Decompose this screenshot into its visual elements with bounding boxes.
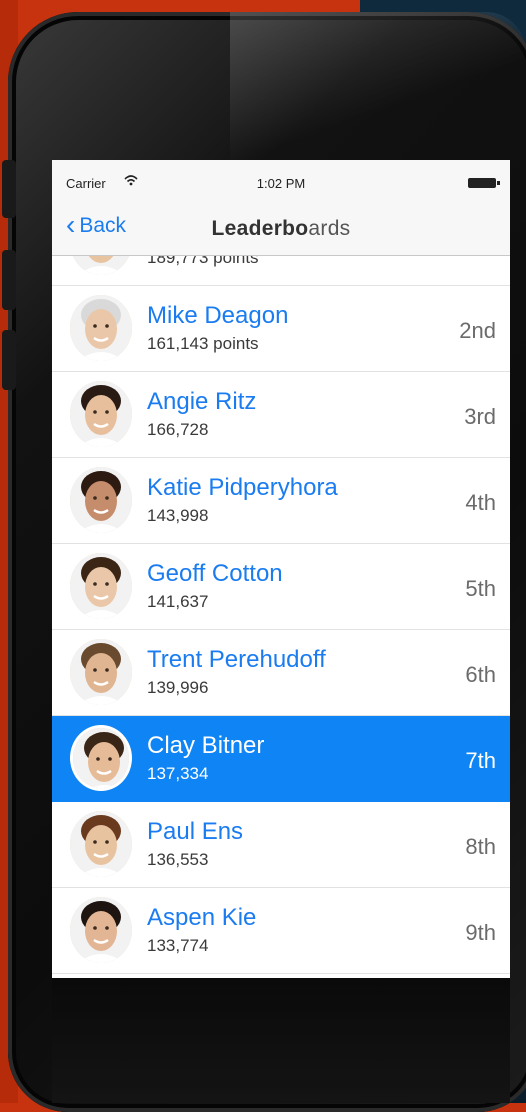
- player-points: 139,996: [147, 678, 209, 697]
- player-rank: 4th: [465, 490, 496, 515]
- player-points: 141,637: [147, 592, 209, 611]
- player-rank: 2nd: [459, 318, 496, 343]
- player-name: Aspen Kie: [147, 904, 257, 931]
- mute-switch: [2, 160, 16, 218]
- player-points: 137,334: [147, 764, 209, 783]
- volume-up-button: [2, 250, 16, 310]
- player-rank: 1st: [467, 256, 496, 258]
- avatar: [70, 256, 132, 275]
- avatar: [70, 381, 132, 447]
- battery-icon: [468, 178, 500, 188]
- page-title: Leaderboards: [52, 217, 510, 241]
- player-rank: 3rd: [464, 404, 496, 429]
- avatar: [70, 639, 132, 705]
- player-points: 133,774: [147, 936, 209, 955]
- avatar: [70, 295, 132, 361]
- player-points: 166,728: [147, 420, 209, 439]
- avatar: [70, 725, 132, 791]
- player-points: 143,998: [147, 506, 209, 525]
- leaderboard-row[interactable]: Mike Deagon 161,143 points 2nd: [52, 286, 510, 372]
- phone-bottom-bezel: [52, 978, 510, 1103]
- leaderboard-row[interactable]: Aspen Kie 133,774 9th: [52, 888, 510, 974]
- leaderboard-row[interactable]: John Clooney189,773 points1st: [52, 256, 510, 286]
- avatar: [70, 897, 132, 963]
- player-name: Katie Pidperyhora: [147, 474, 338, 501]
- leaderboard-row[interactable]: Clay Bitner 137,334 7th: [52, 716, 510, 802]
- player-points: 161,143 points: [147, 334, 259, 353]
- leaderboard-row[interactable]: Paul Ens 136,553 8th: [52, 802, 510, 888]
- player-points: 189,773 points: [147, 256, 259, 267]
- page-title-tail: ards: [308, 217, 351, 240]
- player-name: Mike Deagon: [147, 302, 289, 329]
- leaderboard-row[interactable]: Angie Ritz 166,728 3rd: [52, 372, 510, 458]
- player-name: Angie Ritz: [147, 388, 257, 415]
- status-bar: Carrier 1:02 PM: [52, 160, 510, 200]
- player-rank: 8th: [465, 834, 496, 859]
- player-name: Clay Bitner: [147, 732, 265, 759]
- avatar: [70, 811, 132, 877]
- player-name: Paul Ens: [147, 818, 244, 845]
- leaderboard-list-content: John Clooney189,773 points1stMike Deagon…: [52, 256, 510, 974]
- avatar: [70, 467, 132, 533]
- volume-down-button: [2, 330, 16, 390]
- player-name: Trent Perehudoff: [147, 646, 326, 673]
- player-rank: 5th: [465, 576, 496, 601]
- leaderboard-row[interactable]: Trent Perehudoff 139,996 6th: [52, 630, 510, 716]
- player-rank: 6th: [465, 662, 496, 687]
- navigation-bar: ‹ Back Leaderboards: [52, 200, 510, 256]
- status-time: 1:02 PM: [256, 176, 306, 191]
- page-title-main: Leaderbo: [211, 217, 309, 240]
- leaderboard-list[interactable]: John Clooney189,773 points1stMike Deagon…: [52, 256, 510, 978]
- phone-shine: [230, 12, 526, 162]
- avatar: [70, 553, 132, 619]
- phone-screen: Carrier 1:02 PM ‹ Back Leaderboards John…: [52, 160, 510, 978]
- player-rank: 7th: [465, 748, 496, 773]
- player-name: Geoff Cotton: [147, 560, 283, 587]
- leaderboard-row[interactable]: Katie Pidperyhora 143,998 4th: [52, 458, 510, 544]
- player-points: 136,553: [147, 850, 209, 869]
- player-rank: 9th: [465, 920, 496, 945]
- leaderboard-row[interactable]: Geoff Cotton 141,637 5th: [52, 544, 510, 630]
